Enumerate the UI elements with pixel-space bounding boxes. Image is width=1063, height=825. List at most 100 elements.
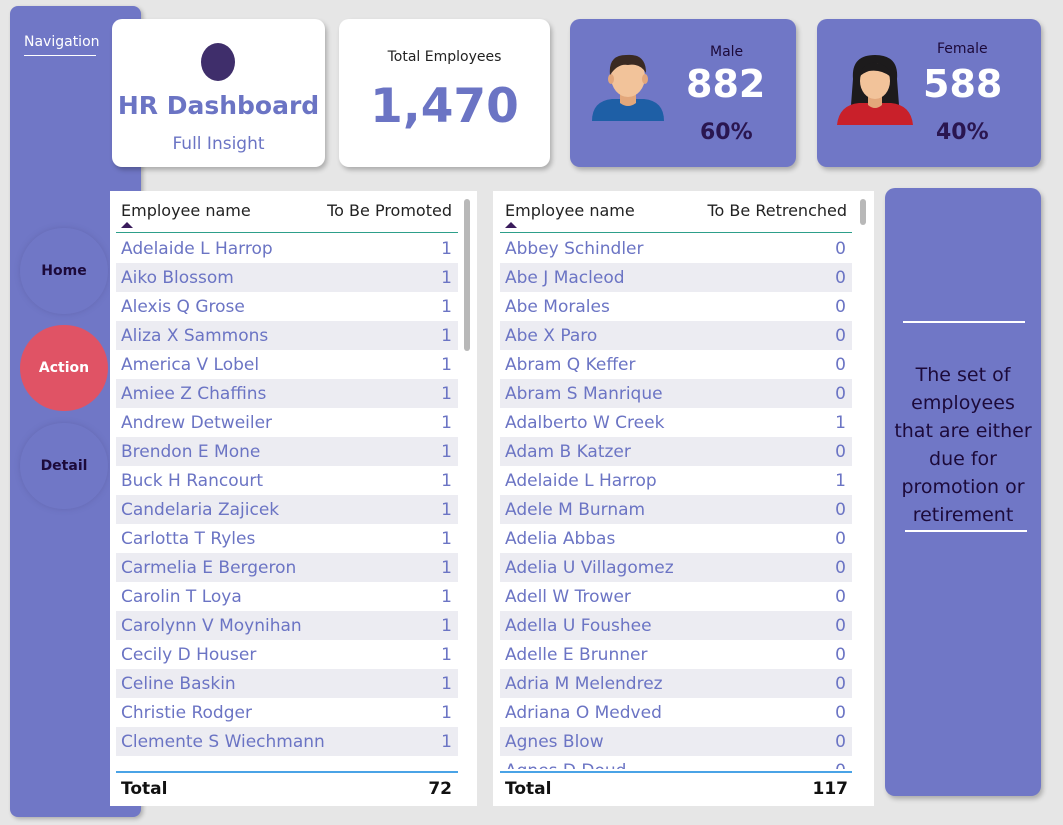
employee-name-cell: Agnes Blow — [505, 732, 604, 752]
employee-name-cell: Adriana O Medved — [505, 703, 662, 723]
table-row[interactable]: Aiko Blossom 1 — [116, 263, 458, 292]
table-row[interactable]: Carlotta T Ryles 1 — [116, 524, 458, 553]
table-row[interactable]: Adelaide L Harrop 1 — [500, 466, 852, 495]
table-row[interactable]: Amiee Z Chaffins 1 — [116, 379, 458, 408]
employee-name-cell: Aliza X Sammons — [121, 326, 269, 346]
retrenched-col-name-header[interactable]: Employee name — [505, 201, 635, 220]
table-row[interactable]: Adriana O Medved 0 — [500, 698, 852, 727]
employee-name-cell: Abbey Schindler — [505, 239, 644, 259]
table-row[interactable]: Adella U Foushee 0 — [500, 611, 852, 640]
nav-home-button[interactable]: Home — [20, 228, 108, 314]
table-row[interactable]: Abram S Manrique 0 — [500, 379, 852, 408]
promoted-table: Employee name To Be Promoted Adelaide L … — [110, 191, 477, 806]
nav-detail-button[interactable]: Detail — [20, 423, 108, 509]
value-cell: 1 — [441, 674, 452, 694]
description-card: The set of employees that are either due… — [885, 188, 1041, 796]
table-row[interactable]: Adell W Trower 0 — [500, 582, 852, 611]
promoted-scrollbar[interactable] — [464, 199, 470, 351]
table-row[interactable]: Aliza X Sammons 1 — [116, 321, 458, 350]
employee-name-cell: Agnes D Doud — [500, 759, 812, 769]
value-cell: 1 — [441, 703, 452, 723]
dashboard-title: HR Dashboard — [117, 91, 320, 120]
table-row[interactable]: Adelaide L Harrop 1 — [116, 234, 458, 263]
table-row[interactable]: Adelia U Villagomez 0 — [500, 553, 852, 582]
retrenched-scrollbar[interactable] — [860, 199, 866, 225]
table-row[interactable]: Clemente S Wiechmann 1 — [116, 727, 458, 756]
table-row[interactable]: Adele M Burnam 0 — [500, 495, 852, 524]
value-cell: 0 — [835, 529, 846, 549]
value-cell: 0 — [835, 326, 846, 346]
table-row[interactable]: Adelia Abbas 0 — [500, 524, 852, 553]
promoted-col-name-header[interactable]: Employee name — [121, 201, 251, 220]
employee-name-cell: Adelaide L Harrop — [121, 239, 273, 259]
employee-name-cell: Celine Baskin — [121, 674, 236, 694]
table-row[interactable]: Agnes D Doud0 — [500, 756, 852, 769]
table-row[interactable]: Abram Q Keffer 0 — [500, 350, 852, 379]
total-employees-label: Total Employees — [387, 49, 502, 65]
employee-name-cell: Adelaide L Harrop — [505, 471, 657, 491]
table-row[interactable]: Adelle E Brunner 0 — [500, 640, 852, 669]
table-row[interactable]: Andrew Detweiler 1 — [116, 408, 458, 437]
value-cell: 0 — [812, 759, 852, 769]
value-cell: 1 — [441, 268, 452, 288]
female-card: Female 588 40% — [817, 19, 1041, 167]
retrenched-col-value-header[interactable]: To Be Retrenched — [693, 201, 848, 220]
employee-name-cell: Christie Rodger — [121, 703, 252, 723]
female-avatar-icon — [837, 55, 913, 125]
table-row[interactable]: Carmelia E Bergeron 1 — [116, 553, 458, 582]
table-row[interactable]: Abe Morales 0 — [500, 292, 852, 321]
table-row[interactable]: America V Lobel 1 — [116, 350, 458, 379]
table-row[interactable]: Abe X Paro 0 — [500, 321, 852, 350]
navigation-title: Navigation — [24, 34, 100, 50]
total-employees-value: 1,470 — [370, 79, 519, 134]
retrenched-table: Employee name To Be Retrenched Abbey Sch… — [493, 191, 874, 806]
table-row[interactable]: Cecily D Houser 1 — [116, 640, 458, 669]
employee-name-cell: Buck H Rancourt — [121, 471, 264, 491]
male-card: Male 882 60% — [570, 19, 796, 167]
retrenched-rows: Abbey Schindler 0 Abe J Macleod 0 Abe Morale… — [500, 234, 852, 769]
value-cell: 1 — [441, 471, 452, 491]
value-cell: 1 — [441, 645, 452, 665]
employee-name-cell: Adele M Burnam — [505, 500, 646, 520]
total-employees-card: Total Employees 1,470 — [339, 19, 550, 167]
table-row[interactable]: Buck H Rancourt 1 — [116, 466, 458, 495]
table-row[interactable]: Agnes Blow 0 — [500, 727, 852, 756]
logo-icon — [201, 43, 235, 81]
promoted-total-value: 72 — [428, 779, 452, 799]
value-cell: 1 — [835, 413, 846, 433]
promoted-col-value-header[interactable]: To Be Promoted — [310, 201, 452, 220]
sort-ascending-icon[interactable] — [505, 222, 517, 228]
table-row[interactable]: Abe J Macleod 0 — [500, 263, 852, 292]
employee-name-cell: Abe J Macleod — [505, 268, 625, 288]
table-row[interactable]: Adalberto W Creek 1 — [500, 408, 852, 437]
table-row[interactable]: Candelaria Zajicek 1 — [116, 495, 458, 524]
table-row[interactable]: Brendon E Mone 1 — [116, 437, 458, 466]
value-cell: 0 — [835, 558, 846, 578]
table-row[interactable]: Adam B Katzer 0 — [500, 437, 852, 466]
table-row[interactable]: Adria M Melendrez 0 — [500, 669, 852, 698]
table-row[interactable]: Carolynn V Moynihan 1 — [116, 611, 458, 640]
value-cell: 0 — [835, 500, 846, 520]
employee-name-cell: Abe X Paro — [505, 326, 598, 346]
value-cell: 1 — [441, 500, 452, 520]
employee-name-cell: Carolin T Loya — [121, 587, 242, 607]
value-cell: 0 — [835, 703, 846, 723]
table-row[interactable]: Celine Baskin 1 — [116, 669, 458, 698]
employee-name-cell: America V Lobel — [121, 355, 260, 375]
table-row[interactable]: Carolin T Loya 1 — [116, 582, 458, 611]
male-avatar-icon — [592, 54, 664, 121]
table-row[interactable]: Christie Rodger 1 — [116, 698, 458, 727]
employee-name-cell: Abe Morales — [505, 297, 610, 317]
value-cell: 1 — [441, 413, 452, 433]
employee-name-cell: Adell W Trower — [505, 587, 631, 607]
table-row[interactable]: Abbey Schindler 0 — [500, 234, 852, 263]
female-percent: 40% — [936, 120, 989, 145]
employee-name-cell: Candelaria Zajicek — [121, 500, 280, 520]
employee-name-cell: Adam B Katzer — [505, 442, 631, 462]
male-label: Male — [710, 44, 744, 60]
value-cell: 1 — [441, 297, 452, 317]
retrenched-total-label: Total — [505, 779, 552, 799]
table-row[interactable]: Alexis Q Grose 1 — [116, 292, 458, 321]
nav-action-button[interactable]: Action — [20, 325, 108, 411]
sort-ascending-icon[interactable] — [121, 222, 133, 228]
